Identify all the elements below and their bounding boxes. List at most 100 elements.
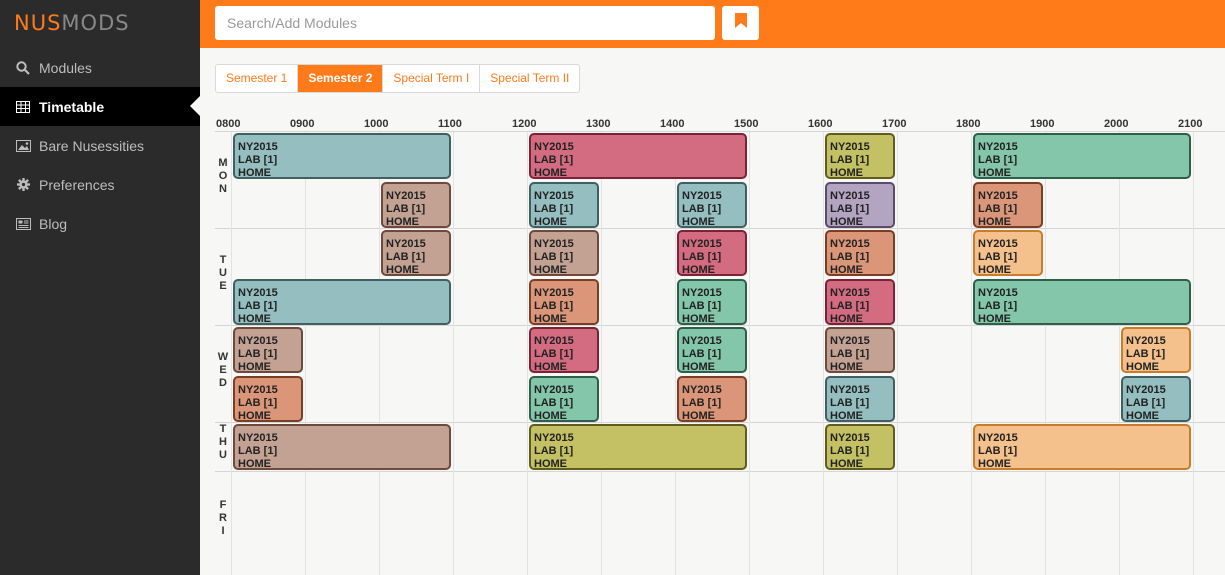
lesson-module-code: NY2015 xyxy=(682,383,722,396)
lesson-venue: HOME xyxy=(830,409,863,422)
lesson-venue: HOME xyxy=(682,264,715,276)
grid-line xyxy=(675,132,676,575)
lesson-venue: HOME xyxy=(238,167,271,179)
lesson-block[interactable]: NY2015 LAB [1] HOME xyxy=(529,424,747,470)
sidebar-item-preferences[interactable]: Preferences xyxy=(0,165,200,204)
lesson-block[interactable]: NY2015 LAB [1] HOME xyxy=(233,327,303,373)
grid-line xyxy=(971,132,972,575)
hour-label: 0800 xyxy=(216,118,241,130)
lesson-venue: HOME xyxy=(534,167,567,179)
lesson-type: LAB [1] xyxy=(238,445,278,457)
lesson-module-code: NY2015 xyxy=(238,141,278,153)
lesson-block[interactable]: NY2015 LAB [1] HOME xyxy=(233,278,451,325)
tab-special-term-1[interactable]: Special Term I xyxy=(383,65,481,92)
lesson-module-code: NY2015 xyxy=(978,238,1018,250)
lesson-module-code: NY2015 xyxy=(534,335,574,347)
lesson-block[interactable]: NY2015 LAB [1] HOME xyxy=(529,327,599,373)
lesson-module-code: NY2015 xyxy=(534,383,574,396)
sidebar-item-label: Bare Nusessities xyxy=(39,137,145,154)
hour-label: 1800 xyxy=(956,118,981,130)
lesson-block[interactable]: NY2015 LAB [1] HOME xyxy=(973,424,1191,470)
lesson-module-code: NY2015 xyxy=(978,189,1018,202)
lesson-block[interactable]: NY2015 LAB [1] HOME xyxy=(677,181,747,228)
gear-icon xyxy=(15,178,31,191)
lesson-block[interactable]: NY2015 LAB [1] HOME xyxy=(381,230,451,276)
lesson-block[interactable]: NY2015 LAB [1] HOME xyxy=(973,181,1043,228)
hour-label: 1100 xyxy=(438,118,462,130)
lesson-block[interactable]: NY2015 LAB [1] HOME xyxy=(973,230,1043,276)
lesson-module-code: NY2015 xyxy=(830,335,870,347)
lesson-block[interactable]: NY2015 LAB [1] HOME xyxy=(529,375,599,422)
lesson-module-code: NY2015 xyxy=(238,286,278,299)
lesson-type: LAB [1] xyxy=(238,348,278,360)
tab-semester-1[interactable]: Semester 1 xyxy=(216,65,299,92)
tab-special-term-2[interactable]: Special Term II xyxy=(480,65,579,92)
lesson-type: LAB [1] xyxy=(682,348,722,360)
lesson-block[interactable]: NY2015 LAB [1] HOME xyxy=(677,327,747,373)
lesson-module-code: NY2015 xyxy=(534,141,574,153)
lesson-module-code: NY2015 xyxy=(978,286,1018,299)
lesson-module-code: NY2015 xyxy=(682,238,722,250)
grid-line xyxy=(231,132,232,575)
bookmark-button[interactable] xyxy=(722,6,759,40)
search-input[interactable] xyxy=(215,6,715,40)
lesson-block[interactable]: NY2015 LAB [1] HOME xyxy=(973,278,1191,325)
lesson-block[interactable]: NY2015 LAB [1] HOME xyxy=(825,424,895,470)
lesson-module-code: NY2015 xyxy=(534,238,574,250)
brand-logo[interactable]: NUSMODS xyxy=(14,11,130,35)
top-bar xyxy=(200,0,1225,48)
lesson-block[interactable]: NY2015 LAB [1] HOME xyxy=(529,133,747,179)
lesson-module-code: NY2015 xyxy=(978,432,1018,444)
lesson-type: LAB [1] xyxy=(830,299,870,312)
lesson-venue: HOME xyxy=(978,215,1011,228)
lesson-block[interactable]: NY2015 LAB [1] HOME xyxy=(825,375,895,422)
lesson-module-code: NY2015 xyxy=(830,432,870,444)
sidebar: NUSMODS Modules Timetable Bare Nusessiti… xyxy=(0,0,200,575)
lesson-block[interactable]: NY2015 LAB [1] HOME xyxy=(825,133,895,179)
sidebar-item-label: Preferences xyxy=(39,176,115,193)
lesson-block[interactable]: NY2015 LAB [1] HOME xyxy=(233,133,451,179)
lesson-block[interactable]: NY2015 LAB [1] HOME xyxy=(1121,375,1191,422)
grid-line xyxy=(897,132,898,575)
lesson-block[interactable]: NY2015 LAB [1] HOME xyxy=(677,375,747,422)
lesson-block[interactable]: NY2015 LAB [1] HOME xyxy=(233,375,303,422)
sidebar-item-timetable[interactable]: Timetable xyxy=(0,87,200,126)
lesson-block[interactable]: NY2015 LAB [1] HOME xyxy=(825,327,895,373)
lesson-type: LAB [1] xyxy=(238,154,278,166)
lesson-block[interactable]: NY2015 LAB [1] HOME xyxy=(381,181,451,228)
lesson-block[interactable]: NY2015 LAB [1] HOME xyxy=(1121,327,1191,373)
lesson-module-code: NY2015 xyxy=(534,286,574,299)
lesson-module-code: NY2015 xyxy=(682,335,722,347)
lesson-block[interactable]: NY2015 LAB [1] HOME xyxy=(233,424,451,470)
lesson-block[interactable]: NY2015 LAB [1] HOME xyxy=(529,278,599,325)
lesson-module-code: NY2015 xyxy=(386,238,426,250)
lesson-block[interactable]: NY2015 LAB [1] HOME xyxy=(529,230,599,276)
grid-line xyxy=(749,132,750,575)
lesson-block[interactable]: NY2015 LAB [1] HOME xyxy=(825,278,895,325)
grid-line xyxy=(453,132,454,575)
sidebar-item-blog[interactable]: Blog xyxy=(0,204,200,243)
lesson-venue: HOME xyxy=(534,361,567,373)
lesson-block[interactable]: NY2015 LAB [1] HOME xyxy=(973,133,1191,179)
lesson-type: LAB [1] xyxy=(534,251,574,263)
lesson-block[interactable]: NY2015 LAB [1] HOME xyxy=(825,230,895,276)
lesson-module-code: NY2015 xyxy=(1126,335,1166,347)
lesson-venue: HOME xyxy=(238,361,271,373)
lesson-module-code: NY2015 xyxy=(386,189,426,202)
hour-label: 1000 xyxy=(364,118,389,130)
grid-line xyxy=(1193,132,1194,575)
lesson-block[interactable]: NY2015 LAB [1] HOME xyxy=(677,230,747,276)
lesson-type: LAB [1] xyxy=(534,299,574,312)
lesson-venue: HOME xyxy=(238,458,271,470)
lesson-module-code: NY2015 xyxy=(534,432,574,444)
lesson-block[interactable]: NY2015 LAB [1] HOME xyxy=(677,278,747,325)
lesson-type: LAB [1] xyxy=(1126,348,1166,360)
lesson-type: LAB [1] xyxy=(682,299,722,312)
tab-semester-2[interactable]: Semester 2 xyxy=(298,65,384,92)
lesson-block[interactable]: NY2015 LAB [1] HOME xyxy=(529,181,599,228)
grid-line xyxy=(527,132,528,575)
lesson-block[interactable]: NY2015 LAB [1] HOME xyxy=(825,181,895,228)
sidebar-item-bare-nusessities[interactable]: Bare Nusessities xyxy=(0,126,200,165)
sidebar-item-modules[interactable]: Modules xyxy=(0,48,200,87)
lesson-venue: HOME xyxy=(682,409,715,422)
